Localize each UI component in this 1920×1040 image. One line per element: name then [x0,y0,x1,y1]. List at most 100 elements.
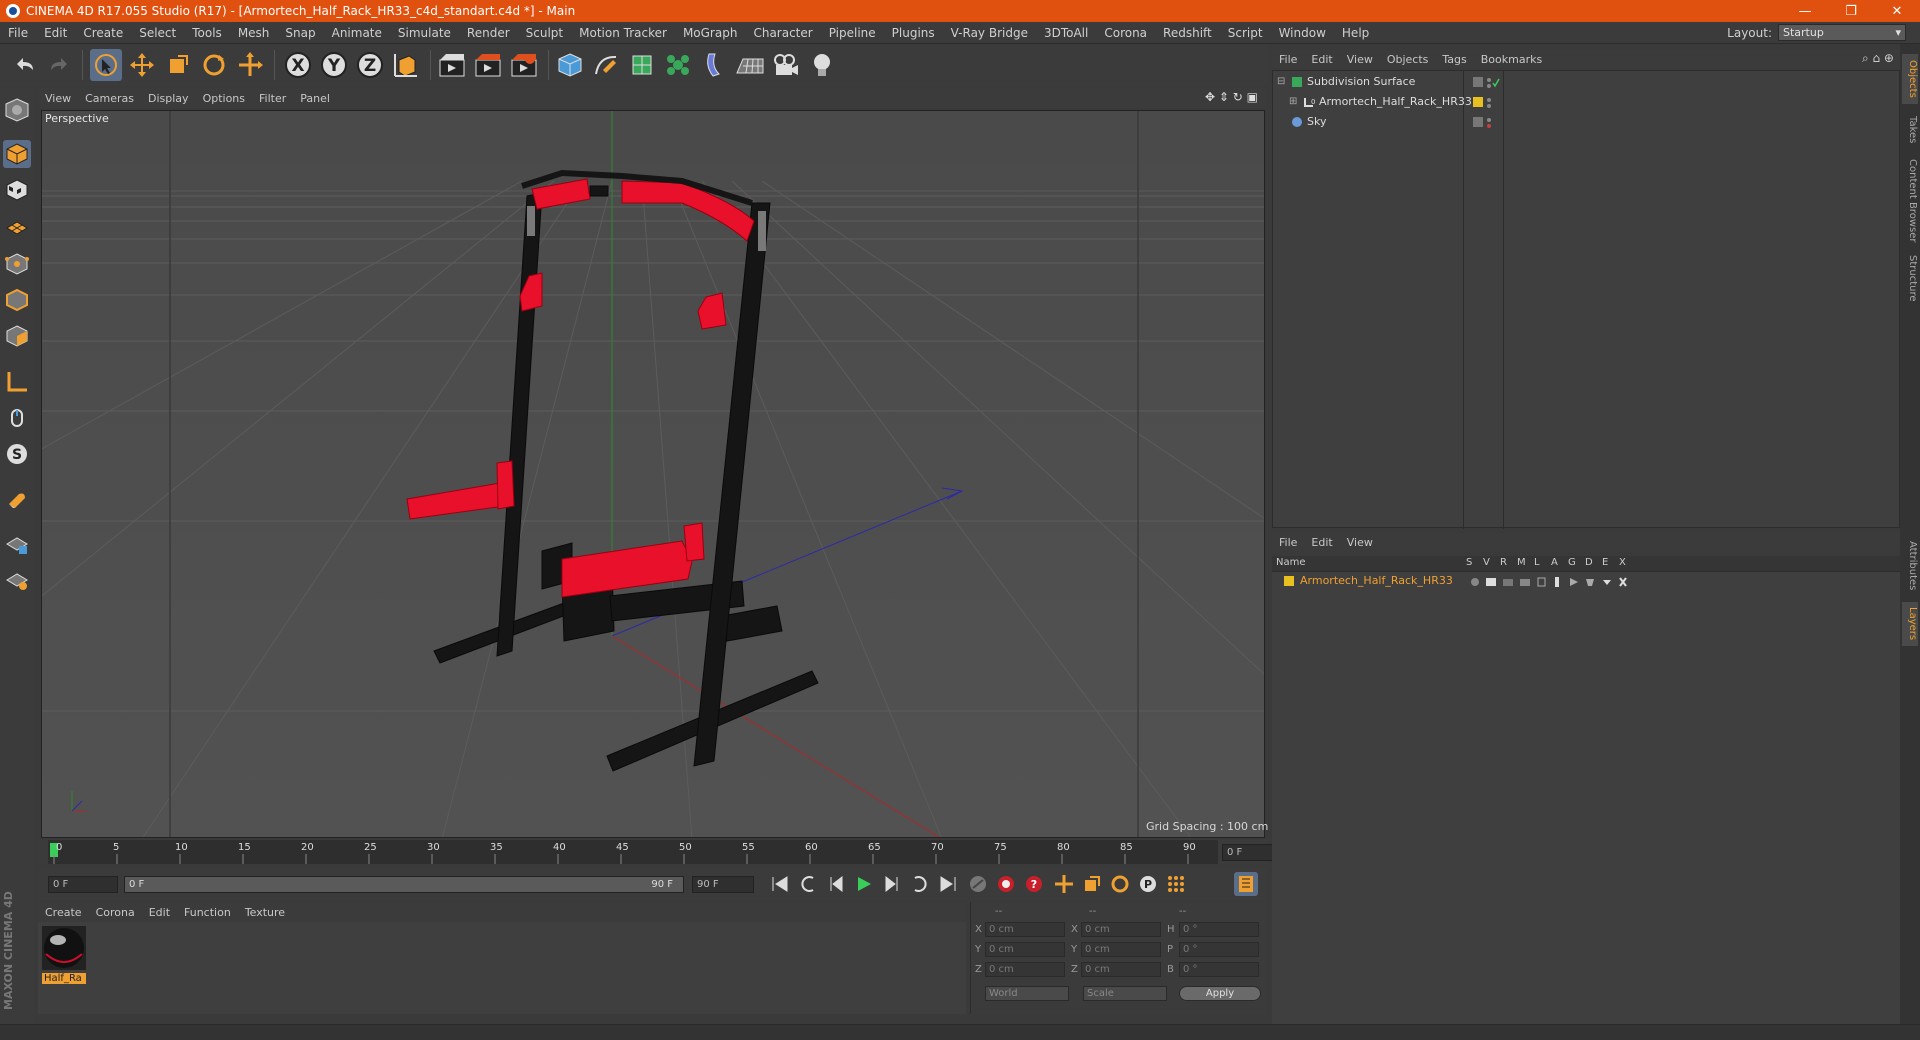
deformer-bend-icon[interactable] [698,49,730,81]
autokey-icon[interactable]: ? [1022,872,1046,896]
key-point-level-icon[interactable] [1164,872,1188,896]
next-frame-icon[interactable] [880,872,904,896]
range-slider[interactable]: 0 F 90 F [124,876,684,893]
object-menu-bookmarks[interactable]: Bookmarks [1474,53,1549,66]
layout-dropdown[interactable]: Startup [1778,24,1906,41]
menu-3dtoall[interactable]: 3DToAll [1036,26,1096,40]
viewport-nav-icons[interactable]: ✥ ⇕ ↻ ▣ [1205,90,1258,104]
coord-space-dropdown[interactable]: World [985,986,1069,1001]
layer-col-deformers[interactable]: D [1585,557,1593,568]
polygons-mode-icon[interactable] [3,322,31,350]
floor-grid-icon[interactable] [734,49,766,81]
z-axis-icon[interactable]: Z [354,49,386,81]
snapping-icon[interactable]: S [3,440,31,468]
restore-button[interactable]: ❐ [1828,0,1874,22]
coord-size-z-field[interactable]: 0 cm [1081,962,1161,977]
menu-tools[interactable]: Tools [184,26,230,40]
object-menu-objects[interactable]: Objects [1380,53,1436,66]
expand-toggle-icon[interactable]: ⊟ [1277,76,1285,87]
render-picture-viewer-icon[interactable] [472,49,504,81]
menu-script[interactable]: Script [1220,26,1271,40]
layer-color-swatch[interactable] [1284,576,1294,586]
transform-icon[interactable] [234,49,266,81]
viewport-menu-filter[interactable]: Filter [252,92,293,105]
magnet-icon[interactable] [3,486,31,514]
coord-rot-b-field[interactable]: 0 ° [1179,962,1259,977]
points-mode-icon[interactable] [3,250,31,278]
previous-key-icon[interactable] [796,872,820,896]
goto-end-icon[interactable] [936,872,960,896]
rotate-icon[interactable] [198,49,230,81]
layer-col-view[interactable]: V [1483,557,1490,568]
perspective-viewport[interactable] [41,110,1265,838]
planar-workplane-icon[interactable] [3,566,31,594]
layer-row[interactable]: Armortech_Half_Rack_HR33 [1276,574,1896,590]
menu-sculpt[interactable]: Sculpt [518,26,571,40]
layer-menu-file[interactable]: File [1272,536,1304,549]
visibility-dots-icon[interactable] [1473,117,1503,132]
viewport-menu-display[interactable]: Display [141,92,196,105]
menu-select[interactable]: Select [131,26,184,40]
motion-path-icon[interactable] [966,872,990,896]
menu-motion-tracker[interactable]: Motion Tracker [571,26,675,40]
visibility-dots-icon[interactable] [1473,77,1503,92]
previous-frame-icon[interactable] [824,872,848,896]
material-menu-function[interactable]: Function [177,906,238,919]
end-frame-field[interactable]: 90 F [692,876,754,893]
menu-snap[interactable]: Snap [277,26,323,40]
menu-vray-bridge[interactable]: V-Ray Bridge [943,26,1036,40]
key-position-icon[interactable] [1052,872,1076,896]
material-menu-create[interactable]: Create [38,906,89,919]
render-view-icon[interactable] [436,49,468,81]
object-menu-edit[interactable]: Edit [1304,53,1339,66]
layer-menu-edit[interactable]: Edit [1304,536,1339,549]
viewport-menu-cameras[interactable]: Cameras [78,92,141,105]
tab-content-browser[interactable]: Content Browser [1902,156,1918,246]
coord-rot-p-field[interactable]: 0 ° [1179,942,1259,957]
y-axis-icon[interactable]: Y [318,49,350,81]
layer-col-render[interactable]: R [1500,557,1507,568]
redo-icon[interactable] [44,49,76,81]
timeline-window-icon[interactable] [1234,872,1258,896]
expand-toggle-icon[interactable]: ⊞ [1289,96,1297,107]
render-settings-icon[interactable] [508,49,540,81]
object-manager-search-home-icons[interactable]: ⌕ ⌂ ⊕ [1862,51,1894,66]
menu-character[interactable]: Character [745,26,820,40]
menu-help[interactable]: Help [1334,26,1377,40]
material-menu-edit[interactable]: Edit [142,906,177,919]
coord-mode-dropdown[interactable]: Scale [1083,986,1167,1001]
layer-col-animation[interactable]: A [1551,557,1558,568]
menu-render[interactable]: Render [459,26,518,40]
locked-workplane-icon[interactable] [3,530,31,558]
close-button[interactable]: ✕ [1874,0,1920,22]
object-row[interactable]: ⊞ 0 Armortech_Half_Rack_HR33 [1277,95,1901,111]
make-editable-icon[interactable] [3,96,31,124]
tab-layers[interactable]: Layers [1902,602,1918,646]
tab-objects[interactable]: Objects [1902,54,1918,104]
layer-toggle-icons[interactable] [1470,576,1640,591]
menu-animate[interactable]: Animate [324,26,390,40]
cloner-icon[interactable] [662,49,694,81]
light-icon[interactable] [806,49,838,81]
coord-rot-h-field[interactable]: 0 ° [1179,922,1259,937]
object-row[interactable]: ⊟ Subdivision Surface [1277,75,1901,91]
layer-menu-view[interactable]: View [1340,536,1380,549]
timeline-ruler[interactable]: 0 5 10 15 20 25 30 35 40 45 50 55 60 65 … [38,840,1284,864]
tab-attributes[interactable]: Attributes [1902,534,1918,598]
object-menu-file[interactable]: File [1272,53,1304,66]
coord-pos-z-field[interactable]: 0 cm [985,962,1065,977]
layer-color-and-dots-icon[interactable] [1473,97,1503,112]
next-key-icon[interactable] [908,872,932,896]
layer-col-xref[interactable]: X [1619,557,1626,568]
layer-col-manager[interactable]: M [1517,557,1526,568]
coord-pos-y-field[interactable]: 0 cm [985,942,1065,957]
layer-col-solo[interactable]: S [1466,557,1472,568]
object-row[interactable]: Sky [1277,115,1901,131]
scale-icon[interactable] [162,49,194,81]
layer-col-name[interactable]: Name [1276,557,1306,568]
tab-takes[interactable]: Takes [1902,110,1918,150]
spline-pen-icon[interactable] [590,49,622,81]
cube-primitive-icon[interactable] [554,49,586,81]
goto-start-icon[interactable] [768,872,792,896]
texture-mode-icon[interactable] [3,176,31,204]
